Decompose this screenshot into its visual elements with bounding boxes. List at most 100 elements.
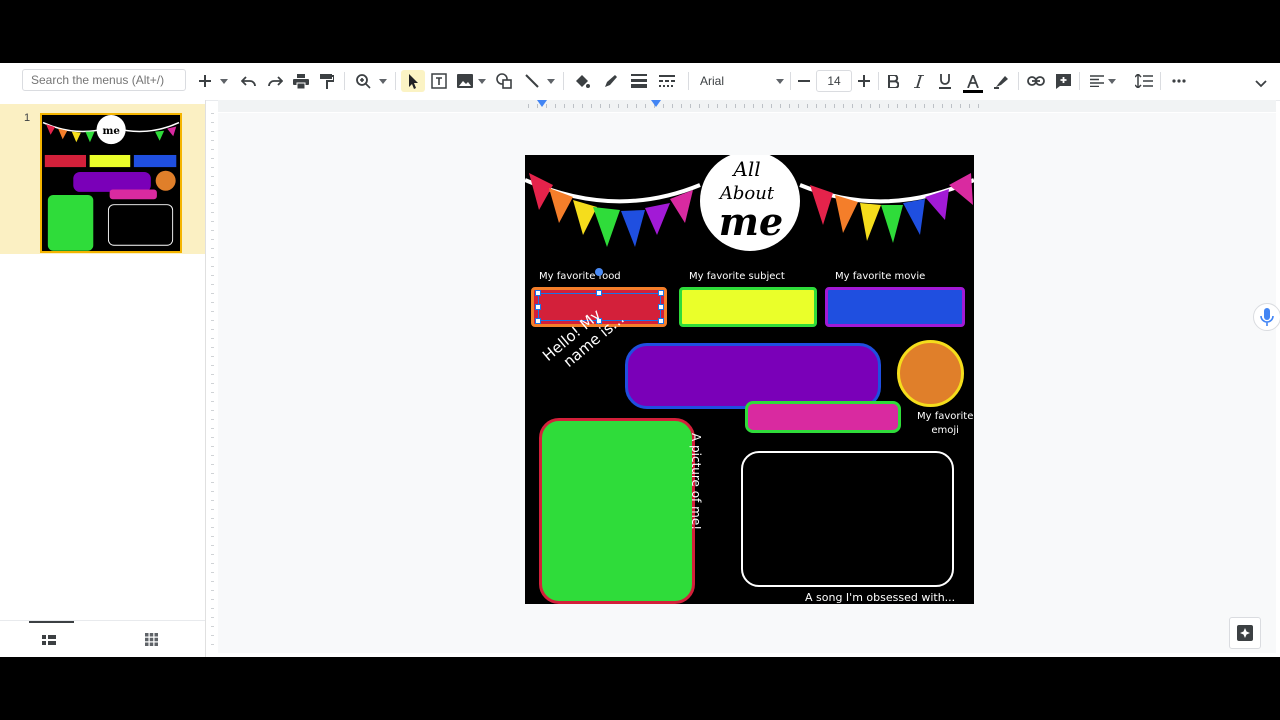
toolbar-divider bbox=[878, 72, 879, 90]
new-slide-button[interactable] bbox=[196, 70, 214, 92]
filmstrip-view-icon bbox=[42, 635, 56, 645]
slides-app: Arial 14 bbox=[0, 63, 1280, 657]
insert-image-dropdown[interactable] bbox=[476, 70, 488, 92]
border-dash-button[interactable] bbox=[657, 70, 677, 92]
grid-view-button[interactable] bbox=[145, 633, 158, 651]
favorite-movie-box[interactable] bbox=[825, 287, 965, 327]
add-comment-button[interactable] bbox=[1053, 70, 1073, 92]
slide-number: 1 bbox=[24, 112, 31, 124]
fill-color-button[interactable] bbox=[572, 70, 592, 92]
minus-icon bbox=[798, 80, 810, 82]
align-icon bbox=[1090, 75, 1104, 87]
line-dropdown[interactable] bbox=[545, 70, 557, 92]
new-slide-layout-dropdown[interactable] bbox=[218, 70, 230, 92]
bold-button[interactable] bbox=[884, 70, 902, 92]
bold-icon bbox=[887, 74, 899, 88]
align-button[interactable] bbox=[1087, 70, 1107, 92]
label-favorite-food: My favorite food bbox=[539, 271, 621, 282]
search-menus-input[interactable] bbox=[22, 69, 186, 91]
resize-handle[interactable] bbox=[658, 318, 664, 324]
zoom-icon bbox=[355, 73, 371, 89]
zoom-dropdown[interactable] bbox=[377, 70, 389, 92]
textbox-button[interactable] bbox=[429, 70, 449, 92]
shape-icon bbox=[496, 73, 512, 89]
title-line-1: All bbox=[731, 157, 760, 181]
italic-button[interactable] bbox=[910, 70, 928, 92]
link-icon bbox=[1027, 76, 1045, 86]
select-tool-button[interactable] bbox=[401, 70, 425, 92]
undo-button[interactable] bbox=[240, 70, 258, 92]
resize-handle[interactable] bbox=[535, 304, 541, 310]
hide-menus-button[interactable] bbox=[1255, 75, 1267, 93]
more-button[interactable] bbox=[1168, 70, 1190, 92]
right-indent-marker[interactable] bbox=[651, 100, 661, 107]
resize-handle[interactable] bbox=[658, 304, 664, 310]
toolbar-divider bbox=[1079, 72, 1080, 90]
font-family-value: Arial bbox=[700, 74, 725, 88]
name-box[interactable] bbox=[625, 343, 881, 409]
insert-image-button[interactable] bbox=[455, 70, 475, 92]
resize-handle[interactable] bbox=[535, 318, 541, 324]
chevron-down-icon bbox=[478, 78, 486, 84]
increase-font-size-button[interactable] bbox=[856, 70, 872, 92]
align-dropdown[interactable] bbox=[1106, 70, 1118, 92]
emoji-label-line-2: emoji bbox=[931, 425, 959, 436]
label-favorite-movie: My favorite movie bbox=[835, 271, 926, 282]
print-button[interactable] bbox=[292, 70, 310, 92]
textbox-icon bbox=[431, 73, 447, 89]
song-box[interactable] bbox=[741, 451, 954, 587]
picture-box[interactable] bbox=[539, 418, 695, 604]
chevron-down-icon bbox=[776, 79, 784, 84]
emoji-label: My favorite emoji bbox=[917, 410, 973, 438]
explore-icon bbox=[1237, 625, 1253, 641]
font-size-input[interactable]: 14 bbox=[816, 70, 852, 92]
toolbar-divider bbox=[563, 72, 564, 90]
emoji-circle[interactable] bbox=[897, 340, 964, 407]
emoji-label-line-1: My favorite bbox=[917, 411, 974, 422]
filmstrip-view-bar bbox=[0, 620, 205, 657]
voice-typing-button[interactable] bbox=[1253, 303, 1280, 331]
zoom-button[interactable] bbox=[354, 70, 372, 92]
border-color-icon bbox=[605, 75, 617, 87]
paint-format-button[interactable] bbox=[318, 70, 336, 92]
more-icon bbox=[1172, 79, 1186, 83]
resize-handle[interactable] bbox=[596, 290, 602, 296]
line-button[interactable] bbox=[522, 70, 542, 92]
underline-button[interactable] bbox=[936, 70, 954, 92]
horizontal-ruler[interactable] bbox=[218, 100, 1276, 112]
font-family-select[interactable]: Arial bbox=[700, 70, 786, 92]
paint-format-icon bbox=[320, 73, 334, 89]
resize-handle[interactable] bbox=[535, 290, 541, 296]
vertical-ruler[interactable] bbox=[207, 113, 217, 653]
redo-button[interactable] bbox=[266, 70, 284, 92]
toolbar-divider bbox=[1018, 72, 1019, 90]
filmstrip-slide-1[interactable]: 1 me bbox=[0, 104, 205, 254]
explore-button[interactable] bbox=[1229, 617, 1261, 649]
chevron-down-icon bbox=[1108, 78, 1116, 84]
border-color-button[interactable] bbox=[601, 70, 621, 92]
toolbar-divider bbox=[344, 72, 345, 90]
slide-thumbnail-preview: me bbox=[42, 115, 180, 251]
name-secondary-box[interactable] bbox=[745, 401, 901, 433]
italic-icon bbox=[914, 74, 924, 88]
left-indent-marker[interactable] bbox=[537, 100, 547, 107]
resize-handle[interactable] bbox=[658, 290, 664, 296]
slide-thumbnail[interactable]: me bbox=[40, 113, 182, 253]
text-color-button[interactable] bbox=[963, 70, 983, 92]
line-spacing-button[interactable] bbox=[1133, 70, 1155, 92]
highlight-color-button[interactable] bbox=[991, 70, 1011, 92]
toolbar-divider bbox=[395, 72, 396, 90]
svg-text:me: me bbox=[102, 125, 120, 137]
rotate-handle[interactable] bbox=[595, 268, 603, 276]
favorite-subject-box[interactable] bbox=[679, 287, 817, 327]
insert-link-button[interactable] bbox=[1026, 70, 1046, 92]
chevron-down-icon bbox=[547, 78, 555, 84]
shape-button[interactable] bbox=[494, 70, 514, 92]
image-icon bbox=[457, 74, 473, 88]
filmstrip-view-button[interactable] bbox=[42, 633, 56, 651]
slide-canvas[interactable]: All About me My favorite food My favorit… bbox=[525, 155, 974, 604]
active-view-indicator bbox=[29, 621, 74, 623]
picture-label: A picture of me! bbox=[689, 433, 703, 531]
border-weight-button[interactable] bbox=[629, 70, 649, 92]
decrease-font-size-button[interactable] bbox=[796, 70, 812, 92]
